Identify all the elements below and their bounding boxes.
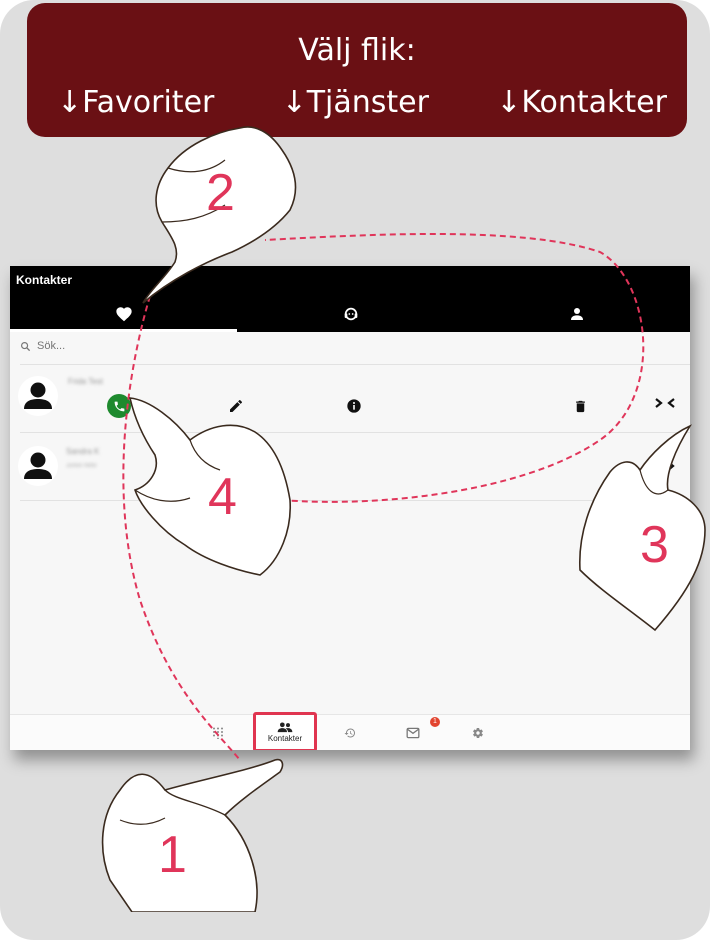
tutorial-overlay: 1 2 3 4 xyxy=(101,126,706,912)
step-number-4: 4 xyxy=(208,468,237,526)
step-number-2: 2 xyxy=(206,164,235,222)
step-number-3: 3 xyxy=(640,516,669,574)
pointing-hand-icon xyxy=(101,758,284,912)
step-number-1: 1 xyxy=(158,826,187,884)
guide-path-2 xyxy=(261,232,645,503)
